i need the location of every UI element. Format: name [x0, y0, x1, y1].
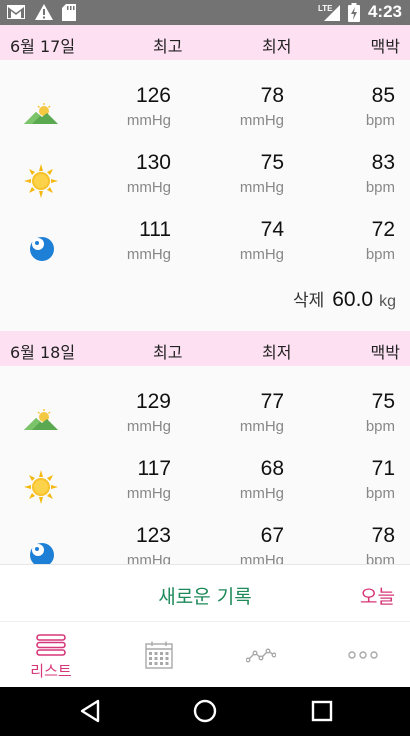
diastolic-value: 67 — [260, 524, 284, 547]
pulse-unit: bpm — [365, 418, 395, 435]
back-icon[interactable] — [79, 699, 101, 723]
sun-icon — [24, 470, 58, 504]
day-date: 6월 17일 — [10, 37, 76, 56]
systolic-value: 130 — [135, 151, 171, 174]
systolic-unit: mmHg — [126, 552, 171, 564]
clock: 4:23 — [367, 2, 402, 21]
systolic-unit: mmHg — [126, 246, 171, 263]
column-min-label: 최저 — [262, 37, 292, 56]
list-icon — [36, 634, 66, 656]
pulse-unit: bpm — [365, 485, 395, 502]
tab-list-label: 리스트 — [30, 662, 72, 680]
systolic-value: 111 — [139, 218, 171, 241]
status-bar: LTE 4:23 — [0, 0, 410, 25]
diastolic-value: 78 — [260, 84, 284, 107]
weight-unit: kg — [379, 293, 396, 310]
diastolic-unit: mmHg — [239, 552, 284, 564]
diastolic-unit: mmHg — [239, 485, 284, 502]
home-icon[interactable] — [193, 699, 217, 723]
recents-icon[interactable] — [311, 700, 333, 722]
column-pulse-label: 맥박 — [370, 37, 400, 56]
systolic-value: 123 — [135, 524, 171, 547]
weight-row: 삭제 60.0 kg — [293, 286, 396, 312]
pulse-unit: bpm — [365, 552, 395, 564]
pulse-unit: bpm — [365, 179, 395, 196]
moon-icon — [30, 543, 54, 564]
moon-icon — [30, 237, 54, 261]
warning-icon — [35, 4, 53, 20]
morning-mountain-icon — [24, 103, 58, 124]
diastolic-value: 68 — [260, 457, 284, 480]
record-list[interactable]: 6월 17일 최고 최저 맥박 126 mmHg 78 mmHg 85 bpm — [0, 25, 410, 564]
diastolic-value: 74 — [260, 218, 284, 241]
tab-more[interactable] — [312, 622, 410, 688]
day-body: 129 mmHg 77 mmHg 75 bpm 117 mmHg 68 mmHg — [0, 366, 410, 564]
battery-charging-icon — [347, 2, 360, 22]
system-nav-bar — [0, 687, 410, 736]
day-header: 6월 18일 최고 최저 맥박 — [0, 331, 410, 366]
systolic-unit: mmHg — [126, 485, 171, 502]
column-min-label: 최저 — [262, 343, 292, 362]
systolic-unit: mmHg — [126, 112, 171, 129]
today-button[interactable]: 오늘 — [360, 582, 395, 609]
diastolic-unit: mmHg — [239, 179, 284, 196]
morning-mountain-icon — [24, 409, 58, 430]
pulse-value: 72 — [371, 218, 395, 241]
tab-graph[interactable] — [210, 622, 312, 688]
diastolic-unit: mmHg — [239, 418, 284, 435]
graph-icon — [246, 648, 276, 663]
signal-icon: LTE — [318, 4, 340, 21]
reading-row[interactable]: 129 mmHg 77 mmHg 75 bpm — [0, 390, 410, 450]
weight-label[interactable]: 삭제 — [293, 286, 324, 311]
tab-list[interactable]: 리스트 — [0, 622, 102, 688]
more-icon — [348, 651, 378, 659]
action-bar: 새로운 기록 오늘 — [0, 564, 410, 621]
day-date: 6월 18일 — [10, 343, 76, 362]
diastolic-unit: mmHg — [239, 112, 284, 129]
day-body: 126 mmHg 78 mmHg 85 bpm 130 mmHg 75 mmHg — [0, 60, 410, 331]
systolic-unit: mmHg — [126, 179, 171, 196]
reading-row[interactable]: 126 mmHg 78 mmHg 85 bpm — [0, 84, 410, 144]
sun-icon — [24, 164, 58, 198]
diastolic-value: 77 — [260, 390, 284, 413]
diastolic-unit: mmHg — [239, 246, 284, 263]
diastolic-value: 75 — [260, 151, 284, 174]
pulse-unit: bpm — [365, 112, 395, 129]
systolic-unit: mmHg — [126, 418, 171, 435]
pulse-value: 71 — [371, 457, 395, 480]
systolic-value: 117 — [137, 457, 171, 480]
tab-bar: 리스트 — [0, 621, 410, 687]
gmail-icon — [7, 5, 25, 19]
reading-row[interactable]: 123 mmHg 67 mmHg 78 bpm — [0, 524, 410, 564]
network-label: LTE — [318, 4, 333, 13]
column-pulse-label: 맥박 — [370, 343, 400, 362]
pulse-unit: bpm — [365, 246, 395, 263]
pulse-value: 83 — [371, 151, 395, 174]
systolic-value: 126 — [135, 84, 171, 107]
reading-row[interactable]: 117 mmHg 68 mmHg 71 bpm — [0, 457, 410, 517]
pulse-value: 85 — [371, 84, 395, 107]
calendar-icon — [145, 641, 173, 669]
pulse-value: 78 — [371, 524, 395, 547]
sd-card-icon — [62, 3, 76, 21]
weight-value: 60.0 — [332, 288, 374, 311]
systolic-value: 129 — [135, 390, 171, 413]
reading-row[interactable]: 111 mmHg 74 mmHg 72 bpm — [0, 218, 410, 278]
column-max-label: 최고 — [153, 37, 183, 56]
column-max-label: 최고 — [153, 343, 183, 362]
reading-row[interactable]: 130 mmHg 75 mmHg 83 bpm — [0, 151, 410, 211]
pulse-value: 75 — [371, 390, 395, 413]
tab-calendar[interactable] — [108, 622, 210, 688]
new-record-button[interactable]: 새로운 기록 — [0, 582, 410, 609]
day-header: 6월 17일 최고 최저 맥박 — [0, 25, 410, 60]
